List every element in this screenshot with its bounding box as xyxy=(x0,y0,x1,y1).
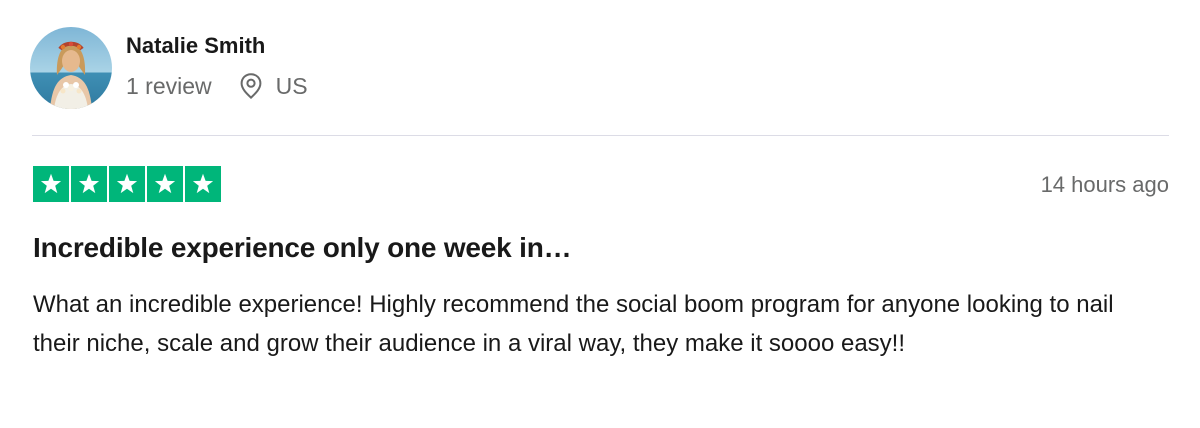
review-title[interactable]: Incredible experience only one week in… xyxy=(33,232,572,264)
review-count: 1 review xyxy=(126,72,212,99)
map-pin-icon xyxy=(238,72,264,100)
review-body: What an incredible experience! Highly re… xyxy=(33,291,1114,357)
avatar[interactable] xyxy=(30,27,112,109)
reviewer-location: US xyxy=(275,72,308,99)
star-icon xyxy=(109,166,145,202)
star-rating xyxy=(33,166,221,202)
divider xyxy=(32,135,1169,136)
avatar-image xyxy=(30,27,112,109)
star-icon xyxy=(71,166,107,202)
star-icon xyxy=(147,166,183,202)
review-date: 14 hours ago xyxy=(1040,172,1169,197)
star-icon xyxy=(33,166,69,202)
reviewer-meta: 1 review US xyxy=(126,72,308,100)
reviewer-name[interactable]: Natalie Smith xyxy=(126,33,265,59)
star-icon xyxy=(185,166,221,202)
